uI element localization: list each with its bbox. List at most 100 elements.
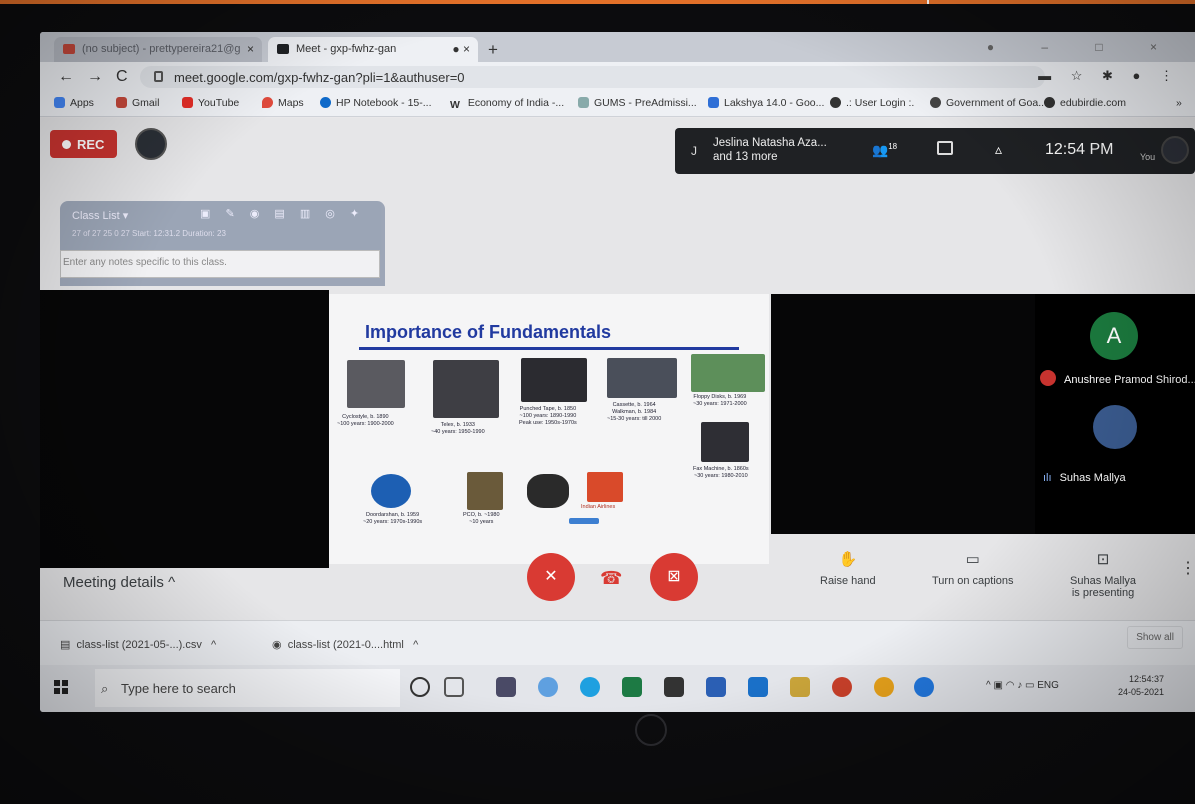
caption-floppy: Floppy Disks, b. 1969 ~30 years: 1971-200… bbox=[693, 394, 747, 407]
close-icon[interactable]: ● × bbox=[452, 42, 470, 56]
people-button[interactable]: 👥18 bbox=[872, 142, 897, 158]
class-notes-field[interactable]: Enter any notes specific to this class. bbox=[60, 250, 380, 278]
captions-button[interactable]: ▭ Turn on captions bbox=[932, 550, 1014, 587]
powerpoint-icon[interactable] bbox=[832, 677, 852, 697]
mic-off-button[interactable]: ✕ bbox=[527, 553, 575, 601]
class-list-toolbar-icons[interactable]: ▣ ✎ ◉ ▤ ▥ ◎ ✦ bbox=[200, 207, 365, 220]
bookmark-gmail[interactable]: Gmail bbox=[116, 97, 159, 109]
tab-gmail[interactable]: (no subject) - prettypereira21@g × bbox=[54, 37, 262, 62]
pco-booth-image bbox=[467, 472, 503, 510]
taskbar-clock[interactable]: 12:54:37 24-05-2021 bbox=[1118, 673, 1164, 699]
hp-icon bbox=[320, 97, 331, 108]
extension-icons[interactable]: ▬ ☆ ✱ ● ⋮ bbox=[1038, 68, 1181, 84]
chrome-icon[interactable] bbox=[874, 677, 894, 697]
raise-hand-button[interactable]: ✋ Raise hand bbox=[820, 550, 876, 587]
caption-punched-tape: Punched Tape, b. 1850 ~100 years: 1890-19… bbox=[519, 406, 577, 426]
bookmark-youtube[interactable]: YouTube bbox=[182, 97, 239, 109]
meeting-details-button[interactable]: Meeting details ^ bbox=[63, 574, 175, 591]
window-controls[interactable]: ● – □ × bbox=[987, 40, 1179, 54]
lock-icon bbox=[154, 71, 163, 82]
site-icon bbox=[830, 97, 841, 108]
rec-badge[interactable]: REC bbox=[50, 130, 117, 158]
caption-cyclostyle: Cyclostyle, b. 1890 ~100 years: 1900-2000 bbox=[337, 414, 394, 427]
present-icon: ⊡ bbox=[1096, 551, 1110, 568]
language-indicator: ENG bbox=[1037, 680, 1059, 691]
download-item-csv[interactable]: ▤ class-list (2021-05-...).csv ^ bbox=[60, 638, 216, 651]
people-icon: 👥 bbox=[872, 142, 889, 158]
browser-tab-strip: (no subject) - prettypereira21@g × Meet … bbox=[40, 32, 1195, 62]
more-options-icon[interactable]: ⋮ bbox=[1180, 558, 1195, 578]
search-icon: ⌕ bbox=[101, 681, 109, 696]
app-icon[interactable] bbox=[496, 677, 516, 697]
youtube-icon bbox=[182, 97, 193, 108]
chevron-up-icon: ^ bbox=[413, 639, 419, 651]
download-item-html[interactable]: ◉ class-list (2021-0....html ^ bbox=[272, 638, 418, 651]
task-view-icon[interactable] bbox=[444, 677, 464, 697]
document-icon bbox=[578, 97, 589, 108]
presentation-slide: Importance of Fundamentals Cyclostyle, b… bbox=[329, 294, 769, 564]
bookmark-lakshya[interactable]: Lakshya 14.0 - Goo... bbox=[708, 97, 824, 109]
bookmarks-overflow[interactable]: » bbox=[1176, 97, 1182, 109]
chat-icon[interactable] bbox=[937, 141, 953, 155]
cortana-icon[interactable] bbox=[410, 677, 430, 697]
caption-pco: PCO, b. ~1980 ~10 years bbox=[463, 512, 500, 525]
bookmark-apps[interactable]: Apps bbox=[54, 97, 94, 109]
apps-icon bbox=[54, 97, 65, 108]
bookmark-gums[interactable]: GUMS - PreAdmissi... bbox=[578, 97, 697, 109]
caption-fax: Fax Machine, b. 1860s ~30 years: 1980-201… bbox=[693, 466, 749, 479]
bookmark-hp[interactable]: HP Notebook - 15-... bbox=[320, 97, 432, 109]
hand-icon: ✋ bbox=[838, 551, 858, 568]
caption-cassette: Cassette, b. 1964 Walkman, b. 1984 ~15-30 … bbox=[607, 402, 662, 422]
show-all-button[interactable]: Show all bbox=[1127, 626, 1183, 649]
file-explorer-icon[interactable] bbox=[790, 677, 810, 697]
bookmark-user-login[interactable]: .: User Login :. bbox=[830, 97, 914, 109]
back-icon[interactable]: ← bbox=[58, 68, 74, 86]
slide-title: Importance of Fundamentals bbox=[365, 322, 612, 342]
gmail-icon bbox=[116, 97, 127, 108]
windows-taskbar: ⌕ Type here to search ^ ▣ ◠ ♪ ▭ ENG 12:54… bbox=[40, 665, 1195, 712]
record-dot-icon bbox=[62, 140, 71, 149]
activities-icon[interactable]: ▵ bbox=[995, 141, 1002, 158]
bookmark-maps[interactable]: Maps bbox=[262, 97, 304, 109]
punched-tape-image bbox=[521, 358, 587, 402]
you-label: You bbox=[1140, 152, 1156, 162]
app-icon[interactable] bbox=[538, 677, 558, 697]
fax-machine-image bbox=[701, 422, 749, 462]
close-icon[interactable]: × bbox=[247, 42, 254, 56]
bookmark-edubirdie[interactable]: edubirdie.com bbox=[1044, 97, 1126, 109]
forward-icon[interactable]: → bbox=[87, 68, 103, 86]
laptop-screen: (no subject) - prettypereira21@g × Meet … bbox=[40, 32, 1195, 712]
edge-icon[interactable] bbox=[580, 677, 600, 697]
new-tab-button[interactable]: + bbox=[488, 40, 498, 60]
participant-initial: J bbox=[691, 144, 697, 158]
presenting-button[interactable]: ⊡ Suhas Mallya is presenting bbox=[1070, 550, 1136, 599]
tab-meet-label: Meet - gxp-fwhz-gan bbox=[296, 43, 397, 55]
avatar bbox=[1161, 136, 1189, 164]
word-icon[interactable] bbox=[706, 677, 726, 697]
tab-meet[interactable]: Meet - gxp-fwhz-gan ● × bbox=[268, 37, 478, 62]
cassette-image bbox=[607, 358, 677, 398]
reload-icon[interactable]: C bbox=[116, 68, 128, 86]
mail-icon[interactable] bbox=[748, 677, 768, 697]
store-icon[interactable] bbox=[664, 677, 684, 697]
chevron-up-icon: ^ bbox=[211, 639, 217, 651]
photo-of-laptop-screen: (no subject) - prettypereira21@g × Meet … bbox=[0, 0, 1195, 804]
bookmark-government[interactable]: Government of Goa... bbox=[930, 97, 1047, 109]
orange-top-border bbox=[0, 0, 1195, 4]
system-tray[interactable]: ^ ▣ ◠ ♪ ▭ ENG bbox=[986, 680, 1059, 691]
downloads-bar: ▤ class-list (2021-05-...).csv ^ ◉ class… bbox=[40, 620, 1195, 665]
camera-off-button[interactable]: ⊠ bbox=[650, 553, 698, 601]
hang-up-button[interactable]: ☎ bbox=[600, 568, 622, 589]
windows-start-icon[interactable] bbox=[54, 680, 68, 694]
meet-info-bar: J Jeslina Natasha Aza... and 13 more 👥18… bbox=[675, 128, 1195, 174]
excel-icon[interactable] bbox=[622, 677, 642, 697]
bookmark-economy[interactable]: W Economy of India -... bbox=[450, 97, 564, 111]
address-bar[interactable]: meet.google.com/gxp-fwhz-gan?pli=1&authu… bbox=[140, 66, 1045, 88]
mic-off-icon bbox=[1040, 370, 1056, 386]
taskbar-search[interactable]: ⌕ Type here to search bbox=[95, 669, 400, 707]
bluetooth-icon[interactable] bbox=[914, 677, 934, 697]
caption-doordarshan: Doordarshan, b. 1959 ~20 years: 1970s-199… bbox=[363, 512, 423, 525]
class-list-title[interactable]: Class List ▾ bbox=[72, 209, 128, 222]
meet-main-area: REC J Jeslina Natasha Aza... and 13 more… bbox=[40, 118, 1195, 620]
gmail-icon bbox=[63, 44, 75, 54]
